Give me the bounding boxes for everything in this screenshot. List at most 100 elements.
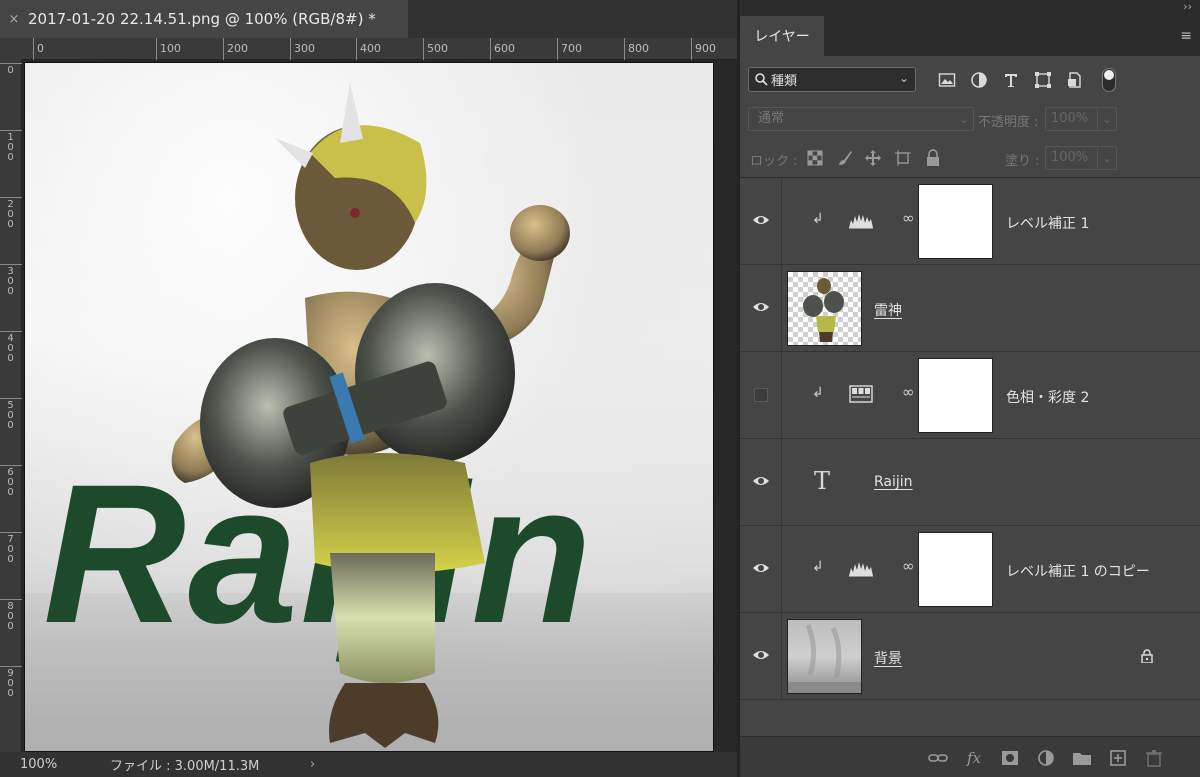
visibility-cell[interactable] <box>740 352 782 438</box>
layer-row-raijin[interactable]: 雷神 <box>740 265 1200 352</box>
mask-link-icon[interactable]: ∞ <box>902 209 915 227</box>
eye-icon[interactable] <box>752 213 770 227</box>
document-tab-title[interactable]: 2017-01-20 22.14.51.png @ 100% (RGB/8#) … <box>28 10 376 28</box>
layer-row-levels-1[interactable]: ↲ ∞ レベル補正 1 <box>740 178 1200 265</box>
status-menu-arrow-icon[interactable]: › <box>310 757 315 772</box>
lock-artboard-icon[interactable] <box>894 149 912 167</box>
ruler-label: 700 <box>561 42 582 55</box>
ruler-tick: 700 <box>0 532 22 565</box>
ruler-label: 400 <box>7 333 14 364</box>
opacity-label: 不透明度 : <box>978 115 1039 130</box>
tab-layers[interactable]: レイヤー <box>740 16 824 56</box>
hue-saturation-adjustment-icon <box>849 385 873 403</box>
zoom-level[interactable]: 100% <box>0 757 110 772</box>
layer-row-background[interactable]: 背景 <box>740 613 1200 700</box>
canvas-area[interactable]: Raijin <box>22 60 737 752</box>
text-layer-icon: T <box>814 467 831 495</box>
eye-icon[interactable] <box>752 648 770 662</box>
new-group-icon[interactable] <box>1072 749 1092 767</box>
layer-mask-thumbnail[interactable] <box>918 184 993 259</box>
layer-name[interactable]: レベル補正 1 <box>1006 213 1089 233</box>
levels-adjustment-icon <box>849 562 873 577</box>
ruler-corner[interactable] <box>0 38 22 60</box>
fill-input[interactable]: 100% ⌄ <box>1045 146 1117 170</box>
clipping-mask-icon: ↲ <box>812 559 824 575</box>
visibility-cell[interactable] <box>740 613 782 699</box>
layer-mask-thumbnail[interactable] <box>918 532 993 607</box>
visibility-off-box[interactable] <box>754 388 768 402</box>
layers-panel: ›› レイヤー ≡ 種類 ⌄ 通常 ⌄ 不透明度 : 100% ⌄ ロック: … <box>737 0 1200 777</box>
eye-icon[interactable] <box>752 474 770 488</box>
new-layer-icon[interactable] <box>1108 749 1128 767</box>
ruler-tick: 200 <box>223 38 248 60</box>
layer-thumbnail[interactable] <box>787 619 862 694</box>
visibility-cell[interactable] <box>740 439 782 525</box>
visibility-cell[interactable] <box>740 526 782 612</box>
ruler-tick: 600 <box>490 38 515 60</box>
layers-panel-footer: fx <box>740 736 1200 777</box>
filter-toggle-switch[interactable] <box>1102 68 1116 92</box>
ruler-tick: 0 <box>0 63 22 76</box>
ruler-label: 0 <box>7 65 14 76</box>
file-size-info: ファイル : 3.00M/11.3M <box>110 759 260 774</box>
image-filter-icon[interactable] <box>938 71 956 89</box>
layer-thumbnail[interactable] <box>787 271 862 346</box>
image-canvas[interactable]: Raijin <box>24 62 714 752</box>
layer-mask-thumbnail[interactable] <box>918 358 993 433</box>
layer-row-raijin-text[interactable]: T Raijin <box>740 439 1200 526</box>
lock-transparent-pixels-icon[interactable] <box>806 149 824 167</box>
filter-kind-select[interactable]: 種類 ⌄ <box>748 67 916 92</box>
document-tab[interactable]: × 2017-01-20 22.14.51.png @ 100% (RGB/8#… <box>0 0 408 38</box>
background-thumbnail-image <box>788 624 861 693</box>
collapse-panels-icon[interactable]: ›› <box>1183 0 1192 13</box>
ruler-label: 600 <box>494 42 515 55</box>
ruler-tick: 400 <box>356 38 381 60</box>
ruler-tick: 500 <box>0 398 22 431</box>
fill-label: 塗り : <box>1005 154 1040 169</box>
lock-image-pixels-brush-icon[interactable] <box>836 149 854 167</box>
smartobject-filter-icon[interactable] <box>1066 71 1084 89</box>
lock-position-move-icon[interactable] <box>864 149 882 167</box>
blend-mode-select[interactable]: 通常 ⌄ <box>748 107 974 131</box>
close-tab-icon[interactable]: × <box>0 12 28 27</box>
trash-icon[interactable] <box>1144 749 1164 767</box>
chevron-down-icon[interactable]: ⌄ <box>1102 108 1112 130</box>
ruler-tick: 600 <box>0 465 22 498</box>
link-layers-icon[interactable] <box>928 749 948 767</box>
eye-icon[interactable] <box>752 300 770 314</box>
layer-name[interactable]: 雷神 <box>874 300 902 320</box>
visibility-cell[interactable] <box>740 178 782 264</box>
fx-icon[interactable]: fx <box>964 749 984 767</box>
type-filter-icon[interactable] <box>1002 71 1020 89</box>
layer-name[interactable]: レベル補正 1 のコピー <box>1006 561 1150 581</box>
chevron-down-icon: ⌄ <box>898 71 909 85</box>
horizontal-ruler[interactable]: 0 100 200 300 400 500 600 700 800 900 <box>22 38 737 60</box>
shape-filter-icon[interactable] <box>1034 71 1052 89</box>
layer-name[interactable]: 背景 <box>874 648 902 668</box>
new-adjustment-icon[interactable] <box>1036 749 1056 767</box>
layers-list: ↲ ∞ レベル補正 1 雷神 ↲ ∞ 色相・彩度 2 T Raijin ↲ ∞ … <box>740 178 1200 700</box>
layer-row-levels-1-copy[interactable]: ↲ ∞ レベル補正 1 のコピー <box>740 526 1200 613</box>
chevron-down-icon[interactable]: ⌄ <box>1102 147 1112 169</box>
layer-name[interactable]: 色相・彩度 2 <box>1006 387 1089 407</box>
vertical-ruler[interactable]: 0 100 200 300 400 500 600 700 800 900 <box>0 60 22 752</box>
opacity-input[interactable]: 100% ⌄ <box>1045 107 1117 131</box>
visibility-cell[interactable] <box>740 265 782 351</box>
ruler-label: 800 <box>628 42 649 55</box>
mask-link-icon[interactable]: ∞ <box>902 383 915 401</box>
mask-link-icon[interactable]: ∞ <box>902 557 915 575</box>
eye-icon[interactable] <box>752 561 770 575</box>
lock-label: ロック : <box>750 154 798 169</box>
adjustment-filter-icon[interactable] <box>970 71 988 89</box>
panel-menu-icon[interactable]: ≡ <box>1180 28 1192 44</box>
layer-name[interactable]: Raijin <box>874 474 913 490</box>
levels-adjustment-icon <box>849 214 873 229</box>
lock-all-icon[interactable] <box>924 149 942 167</box>
ruler-label: 200 <box>227 42 248 55</box>
ruler-label: 400 <box>360 42 381 55</box>
ruler-tick: 700 <box>557 38 582 60</box>
lock-icon[interactable] <box>1140 649 1154 663</box>
layer-row-hue-saturation-2[interactable]: ↲ ∞ 色相・彩度 2 <box>740 352 1200 439</box>
add-mask-icon[interactable] <box>1000 749 1020 767</box>
opacity-value: 100% <box>1051 111 1089 126</box>
